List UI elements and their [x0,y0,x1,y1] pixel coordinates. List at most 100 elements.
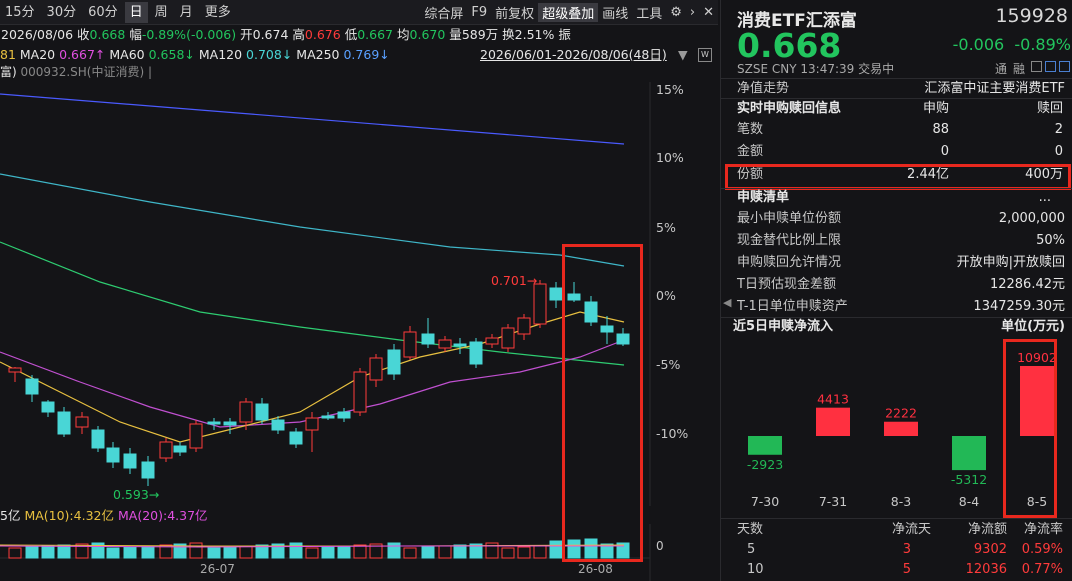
volume-bar [403,547,417,559]
quote-amp: -0.89%(-0.006) [141,27,237,42]
wp-icon[interactable]: W [698,48,712,62]
volume-bar [321,546,335,559]
candle-body [159,441,173,459]
highlight-box-recent [562,244,643,562]
tool-adjust[interactable]: 前复权 [491,3,538,22]
candle-body [91,429,105,449]
flow-value-label: -2923 [747,457,783,472]
candle-body [189,423,203,449]
candle-body [75,416,89,428]
add-icon[interactable] [1045,61,1056,72]
candle-body [369,357,383,381]
tab-60min[interactable]: 60分 [83,2,123,23]
candle-body [123,453,137,469]
quote-high: 0.676 [304,27,341,42]
chevron-right-icon[interactable]: › [686,5,699,20]
candle-body [41,401,55,413]
candle-body [517,317,531,335]
ma20-value: 0.667↑ [59,47,106,62]
candle-body [337,411,351,419]
y-axis-label: 10% [656,150,684,165]
flow-value-label: 2222 [885,406,917,421]
tool-super-overlay[interactable]: 超级叠加 [538,2,599,22]
y-axis-label: 0% [656,288,676,303]
tool-tools[interactable]: 工具 [632,3,666,22]
volume-bar [438,545,452,559]
tab-30min[interactable]: 30分 [42,2,82,23]
list-row: 现金替代比例上限 50% [737,233,1065,248]
volume-bar [517,546,531,559]
stats-row: 5 3 9302 0.59% [747,542,1063,557]
tool-draw[interactable]: 画线 [598,3,632,22]
candle-body [57,411,71,435]
stats-header: 天数 净流天 净流额 净流率 [737,522,1063,537]
fund-code: 159928 [995,5,1068,27]
tab-15min[interactable]: 15分 [0,2,40,23]
tab-week[interactable]: 周 [150,2,173,23]
y-axis-label: 5% [656,220,676,235]
volume-bar [501,547,515,559]
realtime-row-amount: 金额 0 0 [737,144,1063,159]
close-icon[interactable]: ✕ [699,5,718,20]
overlay-index-name[interactable]: 000932.SH(中证消费) [21,65,145,79]
volume-bar [223,546,237,559]
candle-body [106,447,120,463]
high-mark: 0.701→ [491,273,537,288]
chart-toolbar: 15分 30分 60分 日 周 月 更多 综合屏 F9 前复权 超级叠加 画线 … [0,0,718,25]
volume-bar [141,545,155,559]
candle-body [271,419,285,431]
volume-bar [289,542,303,559]
quote-vol: 589万 [461,27,499,42]
collapse-arrow-icon[interactable]: ◀ [723,296,731,309]
flow-bar [816,407,850,436]
realtime-row-count: 笔数 88 2 [737,122,1063,137]
vol-zero-label: 0 [656,539,664,553]
dropdown-icon[interactable]: ▼ [678,45,688,65]
flow-bar [952,436,986,471]
low-mark: 0.593→ [113,487,159,502]
candle-body [403,331,417,358]
tab-day[interactable]: 日 [124,1,148,23]
tool-f9[interactable]: F9 [467,5,491,20]
list-row: T-1日单位申赎资产 1347259.30元 [737,299,1065,314]
y-axis-label: -5% [656,357,680,372]
volume-bar [239,545,253,559]
stats-row: 10 5 12036 0.77% [747,562,1063,577]
expand-icon[interactable] [1059,61,1070,72]
tab-month[interactable]: 月 [175,2,198,23]
candle-body [353,371,367,413]
more-icon[interactable]: ... [1039,187,1051,209]
vol-ma10: 4.32亿 [73,508,114,523]
ma-line: 81 MA20 0.667↑ MA60 0.658↓ MA120 0.708↓ … [0,45,718,65]
quote-avg: 0.670 [409,27,446,42]
highlight-box-flow [1003,339,1057,518]
quote-low: 0.667 [357,27,394,42]
x-label-aug: 26-08 [578,562,613,576]
volume-bar [189,542,203,559]
list-header: 申赎清单 ... [721,187,1072,209]
nav-row[interactable]: 净值走势 汇添富中证主要消费ETF [721,78,1072,100]
quote-close: 0.668 [89,27,126,42]
kline-chart-panel: 15分 30分 60分 日 周 月 更多 综合屏 F9 前复权 超级叠加 画线 … [0,0,718,581]
doc-icon[interactable] [1031,61,1042,72]
volume-bar [353,544,367,559]
volume-bar [421,546,435,559]
tool-overview[interactable]: 综合屏 [420,3,467,22]
candle-body [255,403,269,421]
date-range[interactable]: 2026/06/01-2026/08/06(48日) [480,45,667,65]
volume-bar [453,544,467,559]
y-axis-label: 15% [656,82,684,97]
ma120-value: 0.708↓ [246,47,293,62]
tab-more[interactable]: 更多 [200,2,236,23]
candle-body [549,287,563,301]
volume-bar [106,547,120,559]
flow-bar [884,421,918,436]
candle-body [421,333,435,345]
ma-line-path [0,173,625,267]
volume-bar [305,547,319,559]
flow-category-label: 7-31 [819,494,847,509]
candle-body [141,461,155,479]
candle-body [438,339,452,349]
gear-icon[interactable]: ⚙ [666,5,686,20]
flow-category-label: 8-3 [891,494,911,509]
